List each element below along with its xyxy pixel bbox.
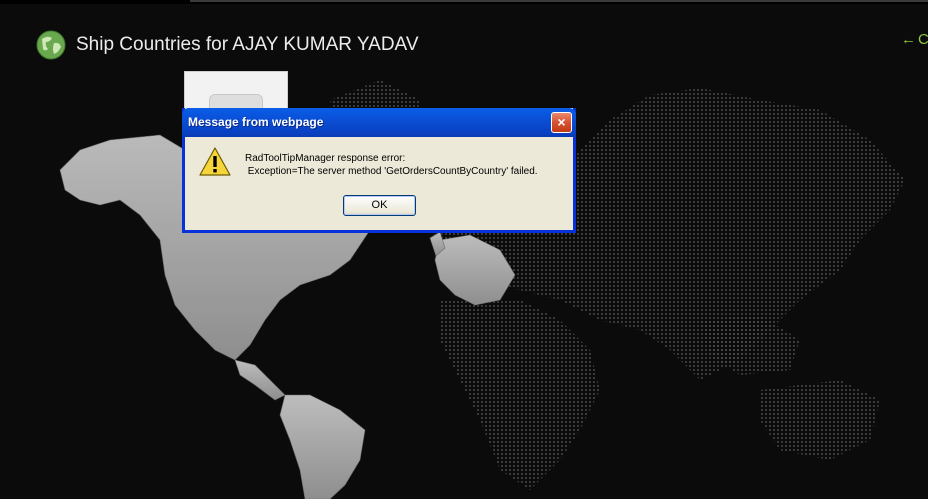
dialog-message: RadToolTipManager response error: Except… — [245, 153, 538, 177]
page-title: Ship Countries for AJAY KUMAR YADAV — [76, 34, 419, 55]
page-header: Ship Countries for AJAY KUMAR YADAV — [36, 28, 419, 62]
arrow-left-icon: ← — [901, 31, 916, 48]
ok-button[interactable]: OK — [343, 195, 416, 216]
central-america-land — [234, 359, 286, 401]
australia-region — [760, 380, 880, 460]
dialog-title: Message from webpage — [188, 115, 324, 129]
back-link[interactable]: ← C — [901, 31, 928, 48]
globe-icon — [36, 30, 66, 60]
south-america-land — [279, 394, 366, 499]
back-link-label: C — [918, 31, 928, 48]
world-map — [59, 80, 905, 499]
alert-dialog: Message from webpage × RadToolTipManager… — [182, 108, 576, 233]
africa-region — [440, 300, 600, 490]
close-button[interactable]: × — [551, 112, 572, 133]
close-icon: × — [557, 114, 566, 130]
warning-icon — [199, 147, 231, 176]
dialog-titlebar[interactable]: Message from webpage × — [182, 108, 576, 137]
